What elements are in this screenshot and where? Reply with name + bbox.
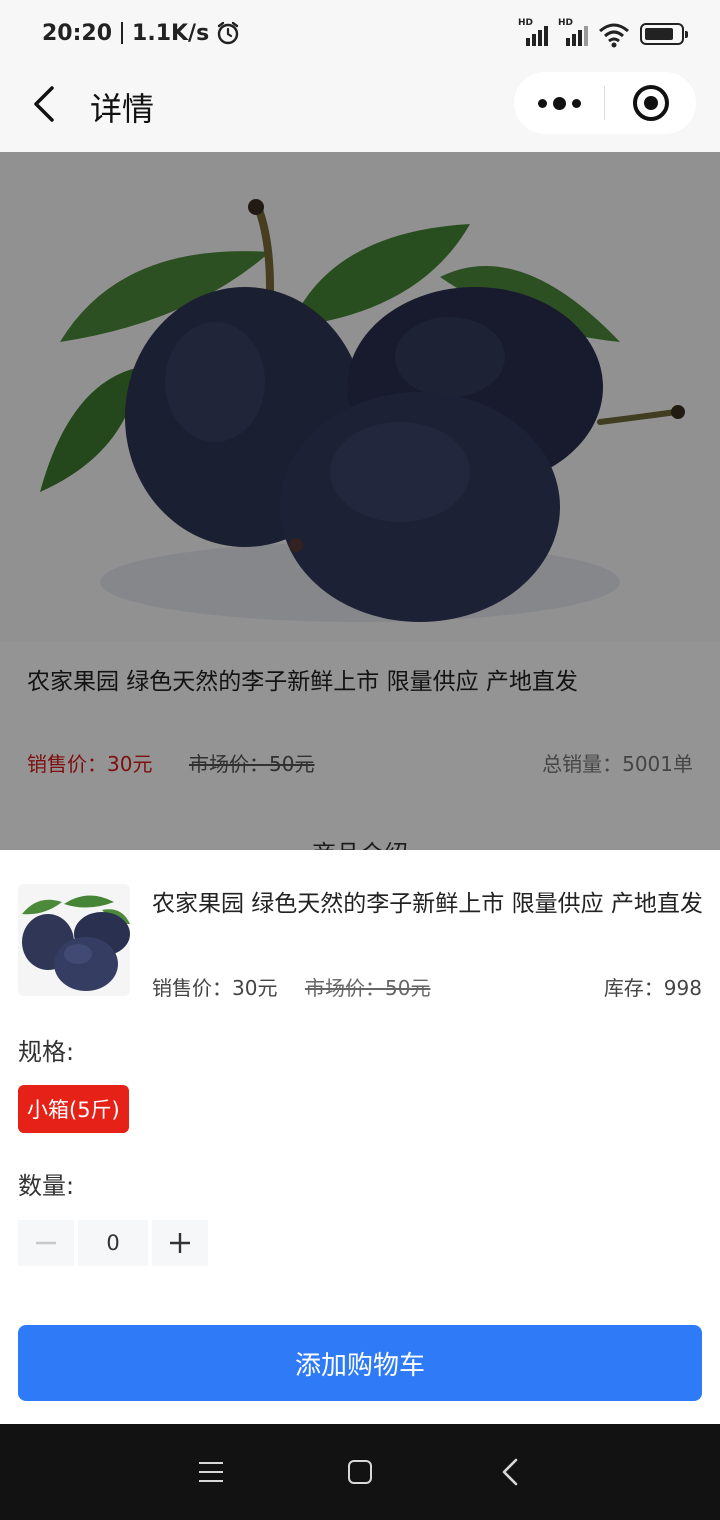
back-arrow-icon[interactable]: [28, 84, 68, 124]
signal-icon: HD: [518, 18, 548, 48]
sheet-product-title: 农家果园 绿色天然的李子新鲜上市 限量供应 产地直发: [152, 891, 703, 917]
product-thumbnail: [18, 884, 130, 996]
status-time: 20:20: [42, 20, 113, 46]
sku-sheet: 农家果园 绿色天然的李子新鲜上市 限量供应 产地直发 销售价：30元 市场价：5…: [0, 850, 720, 1424]
battery-icon: [640, 23, 688, 45]
add-to-cart-button[interactable]: 添加购物车: [18, 1325, 702, 1401]
menu-icon[interactable]: [199, 1462, 223, 1482]
close-mini-program-icon[interactable]: [605, 85, 696, 121]
status-bar: 20:20 1.1K/s HD HD: [0, 0, 720, 70]
page-title: 详情: [90, 90, 155, 128]
more-icon[interactable]: [514, 96, 604, 110]
overlay-mask[interactable]: [0, 152, 720, 850]
sheet-stock: 库存：998: [603, 976, 702, 1000]
spec-label: 规格:: [18, 1038, 75, 1066]
status-right: HD HD: [518, 18, 688, 48]
quantity-input[interactable]: 0: [78, 1220, 148, 1266]
sheet-market-price: 市场价：50元: [305, 976, 431, 1000]
mini-program-capsule: [514, 72, 696, 134]
home-icon[interactable]: [348, 1460, 372, 1484]
spec-option-button[interactable]: 小箱(5斤): [18, 1085, 129, 1133]
minus-icon: [36, 1241, 56, 1245]
status-separator: [121, 22, 124, 44]
increase-button[interactable]: [152, 1220, 208, 1266]
quantity-stepper: 0: [18, 1220, 208, 1266]
plus-icon: [170, 1233, 190, 1253]
nav-bar: 详情: [0, 70, 720, 152]
status-left: 20:20 1.1K/s: [42, 20, 241, 46]
sheet-sale-price: 销售价：30元: [152, 976, 278, 1000]
status-net-speed: 1.1K/s: [132, 20, 210, 46]
quantity-label: 数量:: [18, 1172, 75, 1200]
system-back-icon[interactable]: [496, 1456, 528, 1488]
system-nav-bar: [0, 1424, 720, 1520]
signal-icon-2: HD: [558, 18, 588, 48]
wifi-icon: [599, 23, 629, 48]
decrease-button[interactable]: [18, 1220, 74, 1266]
alarm-icon: [217, 21, 239, 45]
